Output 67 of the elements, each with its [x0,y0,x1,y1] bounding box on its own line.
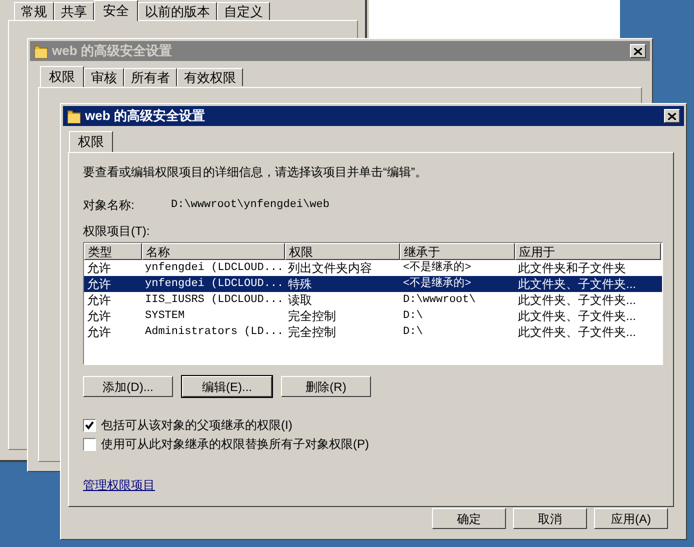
close-icon [634,48,642,54]
column-header[interactable]: 权限 [285,243,400,260]
action-button[interactable]: 添加(D)... [83,376,173,397]
table-cell-text: ynfengdei (LDCLOUD... [144,261,285,276]
column-header[interactable]: 继承于 [400,243,515,260]
table-cell-text: D:\ [402,325,424,340]
table-cell-text: 此文件夹、子文件夹... [517,292,638,308]
table-cell-text: 特殊 [287,276,313,292]
column-header[interactable]: 类型 [84,243,142,260]
table-cell-text: 列出文件夹内容 [287,260,373,276]
dialog-button[interactable]: 应用(A) [594,508,668,529]
dialog-button[interactable]: 确定 [432,508,506,529]
checkbox-label: 使用可从此对象继承的权限替换所有子对象权限(P) [101,436,369,453]
table-cell-text: 完全控制 [287,324,337,340]
tab[interactable]: 以前的版本 [138,2,217,20]
table-row[interactable]: 允许 ynfengdei (LDCLOUD... 特殊 <不是继承的> 此文件夹、子文件夹... [84,276,662,292]
list-label: 权限项目(T): [83,223,150,239]
table-cell-text: 此文件夹、子文件夹... [517,324,638,340]
column-header[interactable]: 名称 [142,243,285,260]
object-name-label: 对象名称: [83,197,136,214]
table-cell-text: IIS_IUSRS (LDCLOUD... [144,293,285,308]
table-cell-text: D:\ [402,309,424,324]
folder-icon [34,44,48,58]
table-cell-text: Administrators (LD... [144,325,285,340]
tab[interactable]: 自定义 [217,2,270,20]
table-cell-text: 允许 [86,324,112,340]
tab[interactable]: 常规 [14,2,54,20]
tab[interactable]: 权限 [69,131,113,152]
close-button[interactable] [630,44,646,58]
table-row[interactable]: 允许 ynfengdei (LDCLOUD... 列出文件夹内容 <不是继承的> 此文件夹和子文件夹 [84,260,662,276]
tab[interactable]: 权限 [40,66,84,87]
table-row[interactable]: 允许 Administrators (LD... 完全控制 D:\ 此文件夹、子文件夹... [84,324,662,340]
table-row[interactable]: 允许 SYSTEM 完全控制 D:\ 此文件夹、子文件夹... [84,308,662,324]
window-title: web 的高级安全设置 [52,42,172,60]
checkbox[interactable] [83,418,96,432]
close-button[interactable] [664,109,680,123]
table-cell-text: 此文件夹、子文件夹... [517,276,638,292]
checkbox[interactable] [83,438,96,450]
tab[interactable]: 审核 [84,68,124,86]
tab[interactable]: 有效权限 [177,68,243,86]
window-title: web 的高级安全设置 [85,107,205,126]
checkbox-label: 包括可从该对象的父项继承的权限(I) [101,417,292,434]
tab[interactable]: 安全 [94,0,138,21]
dialog-button[interactable]: 取消 [513,508,587,529]
table-row[interactable]: 允许 IIS_IUSRS (LDCLOUD... 读取 D:\wwwroot\ 此文件夹、子文件夹... [84,292,662,308]
table-cell-text: 此文件夹、子文件夹... [517,308,638,324]
table-cell-text: ynfengdei (LDCLOUD... [144,277,285,292]
table-cell-text: 允许 [86,260,112,276]
table-cell-text: 此文件夹和子文件夹 [517,260,627,276]
folder-icon [67,108,81,124]
table-cell-text: <不是继承的> [402,260,472,276]
object-name-value: D:\wwwroot\ynfengdei\web [171,198,330,213]
action-button[interactable]: 删除(R) [281,376,371,397]
action-button[interactable]: 编辑(E)... [182,376,272,397]
close-icon [668,112,676,120]
table-cell-text: D:\wwwroot\ [402,293,477,308]
table-cell-text: 允许 [86,292,112,308]
table-cell-text: SYSTEM [144,309,186,324]
tab[interactable]: 所有者 [124,68,177,86]
table-cell-text: 允许 [86,308,112,324]
table-cell-text: 完全控制 [287,308,337,324]
table-cell-text: 读取 [287,292,313,308]
manage-link[interactable]: 管理权限项目 [83,478,155,492]
column-header[interactable]: 应用于 [515,243,661,260]
instruction-text: 要查看或编辑权限项目的详细信息，请选择该项目并单击“编辑”。 [83,164,428,181]
table-cell-text: <不是继承的> [402,276,472,292]
table-cell-text: 允许 [86,276,112,292]
